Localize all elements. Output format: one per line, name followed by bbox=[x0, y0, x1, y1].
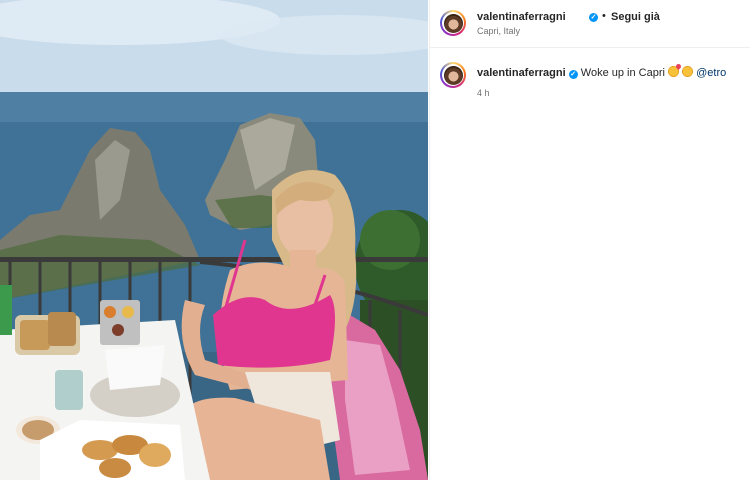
avatar[interactable] bbox=[440, 10, 466, 36]
smiling-face-with-hearts-emoji bbox=[668, 66, 679, 77]
post-header: valentinaferragni ✓ • Segui già Capri, I… bbox=[430, 0, 750, 48]
header-username[interactable]: valentinaferragni bbox=[477, 11, 566, 23]
profile-picture bbox=[443, 65, 463, 85]
post-side-panel: valentinaferragni ✓ • Segui già Capri, I… bbox=[429, 0, 750, 480]
verified-badge-icon: ✓ bbox=[568, 70, 578, 79]
post-timestamp[interactable]: 4 h bbox=[477, 88, 490, 98]
capri-breakfast-photo bbox=[0, 0, 428, 480]
profile-picture bbox=[443, 13, 463, 33]
smiling-face-emoji bbox=[682, 66, 694, 77]
separator-dot: • bbox=[602, 10, 606, 22]
caption-text: Woke up in Capri bbox=[580, 67, 665, 79]
caption-avatar[interactable] bbox=[440, 62, 466, 88]
post-photo[interactable] bbox=[0, 0, 428, 480]
location-link[interactable]: Capri, Italy bbox=[477, 26, 520, 36]
post-caption: valentinaferragni ✓ Woke up in Capri @et… bbox=[477, 66, 726, 79]
mention-link[interactable]: @etro bbox=[696, 67, 726, 79]
verified-badge-icon: ✓ bbox=[589, 13, 598, 22]
following-button[interactable]: Segui già bbox=[611, 11, 660, 23]
caption-username[interactable]: valentinaferragni bbox=[477, 67, 566, 79]
